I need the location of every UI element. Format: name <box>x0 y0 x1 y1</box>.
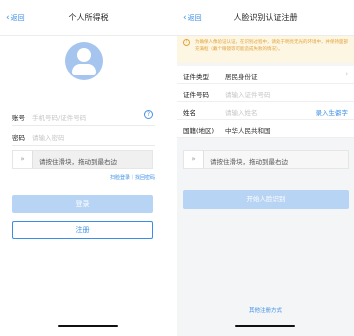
page-title: 个人所得税 <box>68 13 109 22</box>
id-type-value: 居民身份证 <box>225 73 258 81</box>
id-number-row[interactable]: 证件号码 请输入证件号码 <box>177 84 354 102</box>
account-field[interactable]: 账号 手机号码/证件号码 ? <box>12 106 155 126</box>
info-circle-icon: ! <box>183 39 190 46</box>
login-button[interactable]: 登录 <box>12 195 153 213</box>
name-label: 姓名 <box>183 109 196 117</box>
nationality-value: 中华人民共和国 <box>225 127 271 135</box>
face-register-screen: ‹ 返回 人脸识别认证注册 ! 为确保人像验证认证，在识别过程中，请处于明亮无光… <box>177 0 354 336</box>
navbar: ‹ 返回 人脸识别认证注册 <box>177 0 354 36</box>
chevron-right-icon: › <box>345 70 348 78</box>
name-row[interactable]: 姓名 请输入姓名 录入生僻字 <box>177 102 354 120</box>
notice-text: 为确保人像验证认证，在识别过程中，请处于明亮无光的环境中，并保持面部充满框（戴个… <box>195 40 348 52</box>
id-number-label: 证件号码 <box>183 91 209 99</box>
slider-text: 请按住滑块，拖动到最右边 <box>39 158 117 166</box>
home-indicator <box>58 325 118 327</box>
id-type-label: 证件类型 <box>183 73 209 81</box>
page-title: 人脸识别认证注册 <box>233 13 298 22</box>
password-field[interactable]: 密码 请输入密码 <box>12 126 155 146</box>
account-input[interactable]: 手机号码/证件号码 <box>32 112 86 122</box>
password-label: 密码 <box>12 134 25 142</box>
face-login-retrieve-password-links[interactable]: 扫脸登录｜找回密码 <box>12 174 155 181</box>
other-register-methods-link[interactable]: 其他注册方式 <box>177 306 354 314</box>
double-chevron-right-icon[interactable]: » <box>13 151 33 168</box>
registration-form: 证件类型 居民身份证 › 证件号码 请输入证件号码 姓名 请输入姓名 录入生僻字… <box>177 66 354 138</box>
password-input[interactable]: 请输入密码 <box>32 132 65 142</box>
slider-text: 请按住滑块，拖动到最右边 <box>210 158 288 166</box>
double-chevron-right-icon[interactable]: » <box>184 151 204 168</box>
navbar: ‹ 返回 个人所得税 <box>0 0 177 36</box>
nationality-label: 国籍(地区) <box>183 127 215 135</box>
notice-banner: ! 为确保人像验证认证，在识别过程中，请处于明亮无光的环境中，并保持面部充满框（… <box>177 36 354 63</box>
start-face-recognition-button[interactable]: 开始人脸识别 <box>183 190 349 209</box>
id-type-row[interactable]: 证件类型 居民身份证 › <box>177 66 354 84</box>
account-label: 账号 <box>12 114 25 122</box>
left-slider-captcha[interactable]: » 请按住滑块，拖动到最右边 <box>12 150 153 169</box>
id-number-input[interactable]: 请输入证件号码 <box>225 89 271 99</box>
nationality-row[interactable]: 国籍(地区) 中华人民共和国 <box>177 120 354 138</box>
home-indicator <box>235 325 295 327</box>
rare-character-link[interactable]: 录入生僻字 <box>316 107 349 117</box>
avatar-head <box>77 48 91 62</box>
question-circle-icon[interactable]: ? <box>144 110 153 119</box>
slider-captcha[interactable]: » 请按住滑块，拖动到最右边 <box>183 150 349 169</box>
register-button[interactable]: 注册 <box>12 221 153 239</box>
avatar <box>65 42 103 80</box>
name-input[interactable]: 请输入姓名 <box>225 107 258 117</box>
avatar-body <box>72 64 96 75</box>
